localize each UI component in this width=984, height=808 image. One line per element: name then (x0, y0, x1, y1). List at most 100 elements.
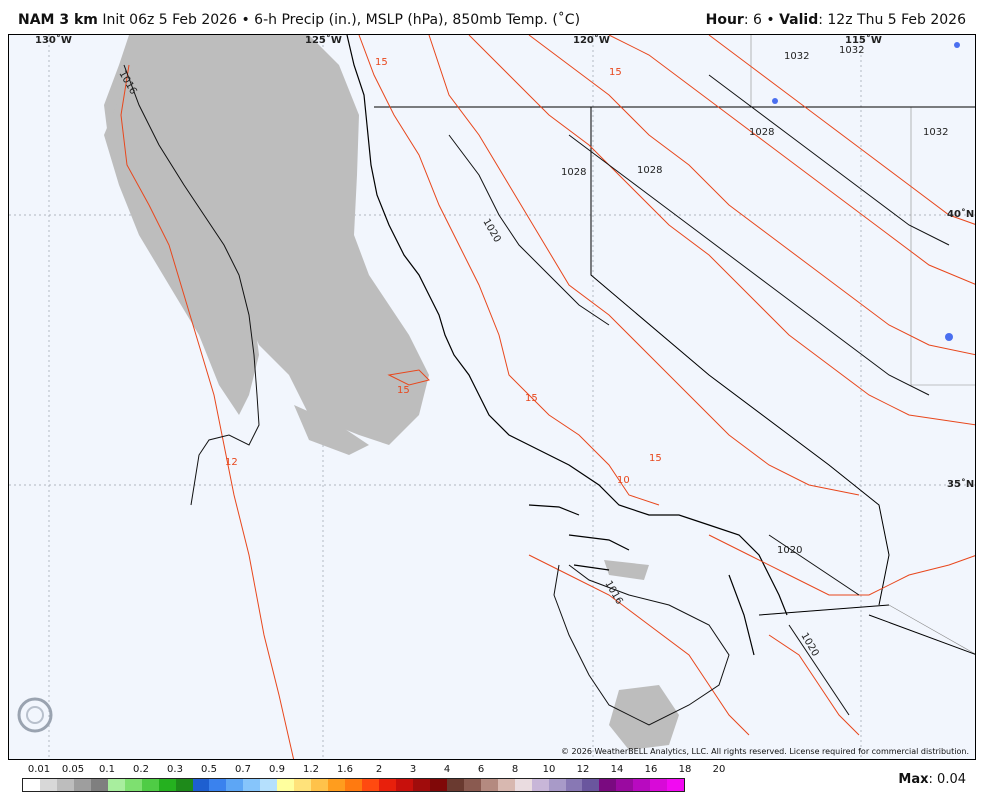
precip-legend: 0.01 0.05 0.1 0.2 0.3 0.5 0.7 0.9 1.2 1.6 2 3 4 6 8 10 1… (22, 764, 725, 798)
legend-tick-label: 18 (678, 764, 692, 775)
legend-color-cell (412, 779, 430, 791)
legend-color-cell (311, 779, 329, 791)
legend-color-cell (294, 779, 312, 791)
color-bar (22, 778, 685, 792)
legend-color-cell (209, 779, 227, 791)
lakes (772, 42, 960, 341)
legend-color-cell (548, 779, 566, 791)
separator: • (241, 12, 250, 28)
isobar-label: 1032 (923, 127, 948, 138)
legend-tick-label: 0.9 (269, 764, 285, 775)
map-canvas: 1016 1020 1028 1028 1028 1032 1032 1032 … (9, 35, 975, 759)
legend-tick-label: 0.5 (201, 764, 217, 775)
legend-tick-label: 0.01 (27, 764, 51, 775)
legend-color-cell (23, 779, 40, 791)
legend-tick-label: 1.2 (303, 764, 319, 775)
legend-color-cell (497, 779, 515, 791)
legend-color-cell (90, 779, 108, 791)
legend-color-cell (514, 779, 532, 791)
legend-color-cell (582, 779, 600, 791)
isobar-label: 1020 (777, 545, 802, 556)
legend-color-cell (429, 779, 447, 791)
legend-tick-label: 6 (477, 764, 485, 775)
isobar-label: 1016 (602, 579, 624, 607)
legend-color-cell (226, 779, 244, 791)
legend-color-cell (124, 779, 142, 791)
legend-color-cell (158, 779, 176, 791)
isotherm-label: 15 (525, 393, 538, 404)
legend-tick-label: 3 (409, 764, 417, 775)
legend-color-cell (277, 779, 295, 791)
forecast-map: 1016 1020 1028 1028 1028 1032 1032 1032 … (8, 34, 976, 760)
isotherm-label: 15 (609, 67, 622, 78)
legend-tick-label: 0.05 (61, 764, 85, 775)
legend-color-cell (192, 779, 210, 791)
legend-color-cell (243, 779, 261, 791)
legend-color-cell (260, 779, 278, 791)
isotherm-label: 15 (375, 57, 388, 68)
legend-color-cell (73, 779, 91, 791)
legend-tick-label: 16 (644, 764, 658, 775)
map-title: NAM 3 km Init 06z 5 Feb 2026 • 6-h Preci… (18, 12, 580, 28)
legend-tick-label: 0.7 (235, 764, 251, 775)
legend-tick-label: 20 (712, 764, 726, 775)
logo-swirl (17, 697, 53, 733)
legend-color-cell (379, 779, 396, 791)
legend-color-cell (345, 779, 363, 791)
legend-tick-label: 1.6 (337, 764, 353, 775)
legend-color-cell (531, 779, 549, 791)
latitude-label: 35˚N (947, 479, 975, 490)
isobar-label: 1020 (480, 217, 502, 245)
isobar-label: 1028 (561, 167, 586, 178)
legend-color-cell (599, 779, 617, 791)
legend-tick-label: 4 (443, 764, 451, 775)
legend-tick-label: 8 (511, 764, 519, 775)
legend-color-cell (480, 779, 498, 791)
precip-areas (104, 35, 679, 750)
legend-tick-label: 0.1 (99, 764, 115, 775)
legend-color-cell (446, 779, 464, 791)
max-label: Max (898, 772, 929, 787)
isobar-label: 1032 (784, 51, 809, 62)
isobar-label: 1032 (839, 45, 864, 56)
legend-color-cell (463, 779, 481, 791)
legend-color-cell (141, 779, 159, 791)
legend-color-cell (616, 779, 634, 791)
legend-color-cell (39, 779, 57, 791)
legend-color-cell (107, 779, 125, 791)
isobar-label: 1028 (637, 165, 662, 176)
legend-tick-label: 0.2 (133, 764, 149, 775)
legend-color-cell (328, 779, 346, 791)
legend-tick-label: 0.3 (167, 764, 183, 775)
legend-color-cell (650, 779, 668, 791)
isotherm-label: 15 (649, 453, 662, 464)
isotherm-label: 15 (397, 385, 410, 396)
weatherbell-logo (15, 695, 101, 735)
longitude-label: 115˚W (845, 35, 882, 46)
legend-color-cell (565, 779, 583, 791)
latitude-label: 40˚N (947, 209, 975, 220)
valid-label: Valid (779, 12, 819, 28)
legend-color-cell (362, 779, 380, 791)
copyright-notice: © 2026 WeatherBELL Analytics, LLC. All r… (561, 747, 969, 756)
legend-color-cell (395, 779, 413, 791)
longitude-label: 120˚W (573, 35, 610, 46)
legend-tick-label: 10 (542, 764, 556, 775)
longitude-label: 130˚W (35, 35, 72, 46)
isobar-label: 1028 (749, 127, 774, 138)
legend-color-cell (56, 779, 74, 791)
legend-tick-label: 14 (610, 764, 624, 775)
legend-color-cell (175, 779, 193, 791)
legend-color-cell (633, 779, 651, 791)
legend-tick-label: 2 (375, 764, 383, 775)
max-value: : 0.04 (928, 772, 966, 787)
longitude-label: 125˚W (305, 35, 342, 46)
hour-value: : 6 (743, 12, 762, 28)
state-borders (374, 35, 975, 655)
valid-time-info: Hour: 6 • Valid: 12z Thu 5 Feb 2026 (706, 12, 966, 28)
init-time: Init 06z 5 Feb 2026 (102, 12, 237, 28)
model-name: NAM 3 km (18, 12, 98, 28)
separator: • (766, 12, 775, 28)
field-list: 6-h Precip (in.), MSLP (hPa), 850mb Temp… (254, 12, 581, 28)
isotherm-label: 10 (617, 475, 630, 486)
